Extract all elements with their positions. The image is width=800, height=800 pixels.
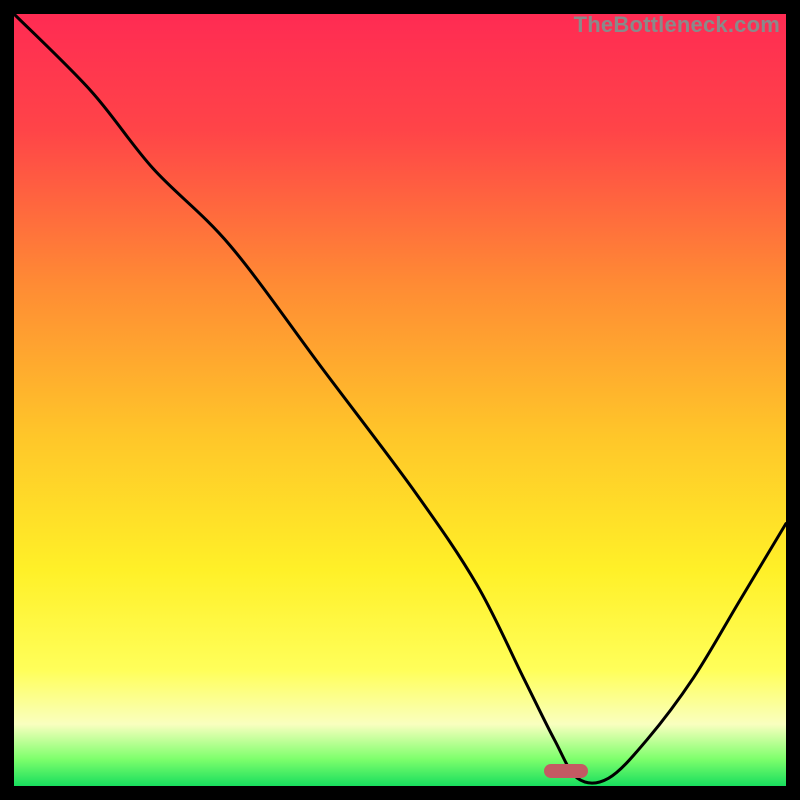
optimal-marker <box>544 764 588 778</box>
chart-frame: TheBottleneck.com <box>14 14 786 786</box>
watermark-text: TheBottleneck.com <box>574 12 780 38</box>
bottleneck-curve <box>14 14 786 786</box>
